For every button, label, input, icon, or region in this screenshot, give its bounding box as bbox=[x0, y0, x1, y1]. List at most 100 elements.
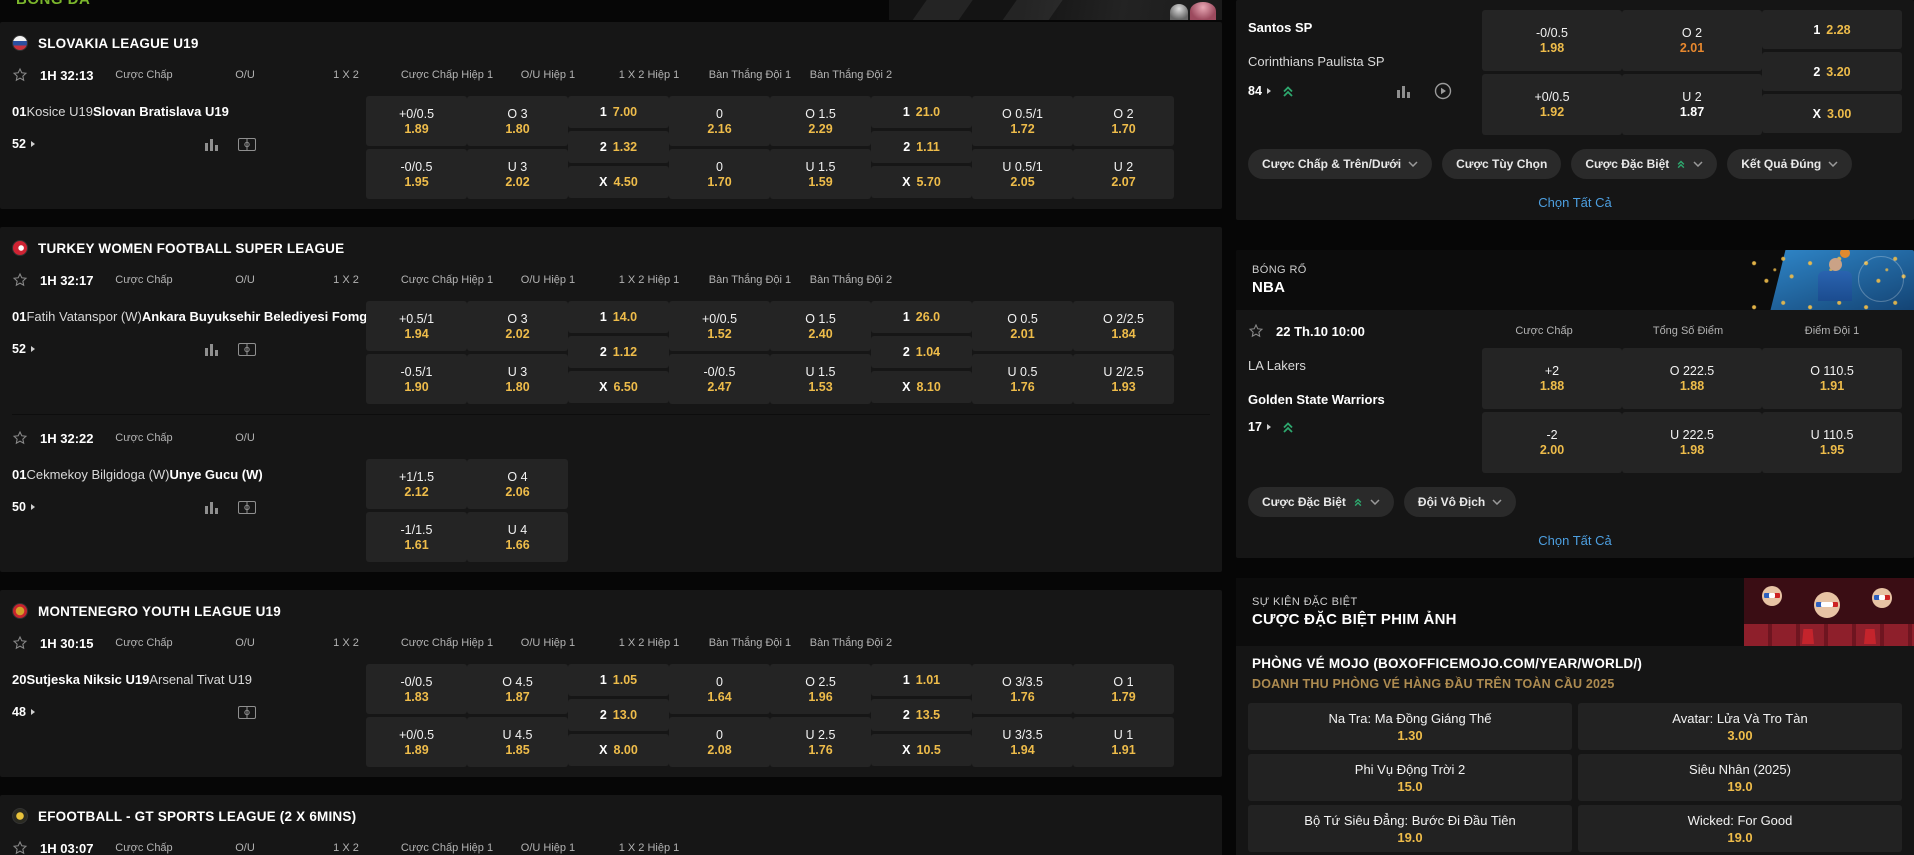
odds-cell[interactable]: U 3/3.5 1.94 bbox=[972, 717, 1073, 767]
odds-cell[interactable]: O 2 1.70 bbox=[1073, 96, 1174, 146]
odds-cell[interactable]: U 1 1.91 bbox=[1073, 717, 1174, 767]
league-header[interactable]: TURKEY WOMEN FOOTBALL SUPER LEAGUE bbox=[12, 233, 1210, 263]
team-name[interactable]: Corinthians Paulista SP bbox=[1248, 44, 1482, 78]
team-name[interactable]: Sutjeska Niksic U19 bbox=[26, 664, 149, 695]
odds-cell[interactable]: +0/0.5 1.92 bbox=[1482, 74, 1622, 135]
movie-odds-cell[interactable]: Avatar: Lửa Và Tro Tàn 3.00 bbox=[1578, 703, 1902, 750]
odds-cell[interactable]: U 2/2.5 1.93 bbox=[1073, 354, 1174, 404]
stats-icon[interactable] bbox=[1396, 84, 1412, 98]
market-filter-pill[interactable]: Cược Tùy Chọn bbox=[1442, 149, 1561, 179]
odds-cell[interactable]: X 6.50 bbox=[568, 371, 669, 403]
odds-cell[interactable]: O 1.5 2.40 bbox=[770, 301, 871, 351]
odds-cell[interactable]: X 10.5 bbox=[871, 734, 972, 766]
stats-icon[interactable] bbox=[204, 500, 220, 514]
movie-odds-cell[interactable]: Bộ Tứ Siêu Đẳng: Bước Đi Đầu Tiên 19.0 bbox=[1248, 805, 1572, 852]
odds-cell[interactable]: 0 1.64 bbox=[669, 664, 770, 714]
odds-cell[interactable]: 1 1.01 bbox=[871, 664, 972, 696]
team-name[interactable]: Ankara Buyuksehir Belediyesi Fomget (W) bbox=[142, 301, 404, 332]
odds-cell[interactable]: U 0.5 1.76 bbox=[972, 354, 1073, 404]
team-name[interactable]: Golden State Warriors bbox=[1248, 382, 1482, 416]
league-header[interactable]: MONTENEGRO YOUTH LEAGUE U19 bbox=[12, 596, 1210, 626]
odds-cell[interactable]: 2 1.12 bbox=[568, 336, 669, 368]
odds-cell[interactable]: 2 3.20 bbox=[1762, 52, 1902, 91]
odds-cell[interactable]: U 2 1.87 bbox=[1622, 74, 1762, 135]
promo-banner-image[interactable] bbox=[889, 0, 1222, 20]
odds-cell[interactable]: U 1.5 1.53 bbox=[770, 354, 871, 404]
team-name[interactable]: Santos SP bbox=[1248, 10, 1482, 44]
odds-cell[interactable]: O 2.5 1.96 bbox=[770, 664, 871, 714]
odds-cell[interactable]: O 222.5 1.88 bbox=[1622, 348, 1762, 409]
stats-icon[interactable] bbox=[204, 137, 220, 151]
odds-cell[interactable]: +0/0.5 1.89 bbox=[366, 96, 467, 146]
market-count[interactable]: 48 bbox=[12, 705, 35, 719]
select-all-link[interactable]: Chọn Tất Cả bbox=[1248, 533, 1902, 548]
odds-cell[interactable]: O 4.5 1.87 bbox=[467, 664, 568, 714]
odds-cell[interactable]: 0 2.08 bbox=[669, 717, 770, 767]
odds-cell[interactable]: U 2.5 1.76 bbox=[770, 717, 871, 767]
pitch-tracker-icon[interactable] bbox=[238, 706, 256, 719]
favorite-star-icon[interactable] bbox=[12, 840, 28, 855]
odds-cell[interactable]: 1 7.00 bbox=[568, 96, 669, 128]
odds-cell[interactable]: 0 2.16 bbox=[669, 96, 770, 146]
market-filter-pill[interactable]: Cược Đặc Biệt bbox=[1248, 487, 1394, 517]
odds-cell[interactable]: O 2/2.5 1.84 bbox=[1073, 301, 1174, 351]
market-count[interactable]: 52 bbox=[12, 137, 35, 151]
market-count[interactable]: 17 bbox=[1248, 420, 1271, 434]
team-name[interactable]: Unye Gucu (W) bbox=[170, 459, 263, 490]
odds-cell[interactable]: 1 26.0 bbox=[871, 301, 972, 333]
league-header[interactable]: SLOVAKIA LEAGUE U19 bbox=[12, 28, 1210, 58]
odds-cell[interactable]: U 222.5 1.98 bbox=[1622, 412, 1762, 473]
pitch-tracker-icon[interactable] bbox=[238, 501, 256, 514]
movie-odds-cell[interactable]: Phi Vụ Động Trời 2 15.0 bbox=[1248, 754, 1572, 801]
odds-cell[interactable]: O 1.5 2.29 bbox=[770, 96, 871, 146]
odds-cell[interactable]: X 8.00 bbox=[568, 734, 669, 766]
odds-cell[interactable]: O 0.5 2.01 bbox=[972, 301, 1073, 351]
league-header[interactable]: EFOOTBALL - GT SPORTS LEAGUE (2 X 6MINS) bbox=[12, 801, 1210, 831]
odds-cell[interactable]: -0.5/1 1.90 bbox=[366, 354, 467, 404]
odds-cell[interactable]: +0/0.5 1.89 bbox=[366, 717, 467, 767]
odds-cell[interactable]: O 1 1.79 bbox=[1073, 664, 1174, 714]
movie-odds-cell[interactable]: Wicked: For Good 19.0 bbox=[1578, 805, 1902, 852]
odds-cell[interactable]: 2 13.0 bbox=[568, 699, 669, 731]
odds-cell[interactable]: O 110.5 1.91 bbox=[1762, 348, 1902, 409]
odds-cell[interactable]: 2 1.32 bbox=[568, 131, 669, 163]
market-count[interactable]: 52 bbox=[12, 342, 35, 356]
stats-icon[interactable] bbox=[204, 342, 220, 356]
odds-cell[interactable]: X 5.70 bbox=[871, 166, 972, 198]
team-name[interactable]: Arsenal Tivat U19 bbox=[149, 664, 252, 695]
odds-cell[interactable]: 2 1.04 bbox=[871, 336, 972, 368]
odds-cell[interactable]: O 4 2.06 bbox=[467, 459, 568, 509]
favorite-star-icon[interactable] bbox=[12, 430, 28, 446]
odds-cell[interactable]: -2 2.00 bbox=[1482, 412, 1622, 473]
team-name[interactable]: Slovan Bratislava U19 bbox=[93, 96, 229, 127]
odds-cell[interactable]: 1 14.0 bbox=[568, 301, 669, 333]
team-name[interactable]: Kosice U19 bbox=[26, 96, 92, 127]
pitch-tracker-icon[interactable] bbox=[238, 343, 256, 356]
nba-banner[interactable]: BÓNG RỔ NBA bbox=[1236, 250, 1914, 310]
odds-cell[interactable]: 1 21.0 bbox=[871, 96, 972, 128]
movie-odds-cell[interactable]: Siêu Nhân (2025) 19.0 bbox=[1578, 754, 1902, 801]
odds-cell[interactable]: U 110.5 1.95 bbox=[1762, 412, 1902, 473]
odds-cell[interactable]: O 3 2.02 bbox=[467, 301, 568, 351]
favorite-star-icon[interactable] bbox=[12, 272, 28, 288]
live-stream-play-icon[interactable] bbox=[1434, 82, 1452, 100]
odds-cell[interactable]: 2 13.5 bbox=[871, 699, 972, 731]
odds-cell[interactable]: O 0.5/1 1.72 bbox=[972, 96, 1073, 146]
odds-cell[interactable]: -0/0.5 1.98 bbox=[1482, 10, 1622, 71]
market-count[interactable]: 50 bbox=[12, 500, 35, 514]
select-all-link[interactable]: Chọn Tất Cả bbox=[1248, 195, 1902, 210]
odds-cell[interactable]: U 1.5 1.59 bbox=[770, 149, 871, 199]
favorite-star-icon[interactable] bbox=[1248, 323, 1264, 339]
odds-cell[interactable]: U 4.5 1.85 bbox=[467, 717, 568, 767]
odds-cell[interactable]: +0.5/1 1.94 bbox=[366, 301, 467, 351]
odds-cell[interactable]: 2 1.11 bbox=[871, 131, 972, 163]
odds-cell[interactable]: O 3 1.80 bbox=[467, 96, 568, 146]
pitch-tracker-icon[interactable] bbox=[238, 138, 256, 151]
odds-cell[interactable]: U 3 2.02 bbox=[467, 149, 568, 199]
odds-cell[interactable]: O 3/3.5 1.76 bbox=[972, 664, 1073, 714]
team-name[interactable]: Cekmekoy Bilgidoga (W) bbox=[26, 459, 169, 490]
market-filter-pill[interactable]: Cược Chấp & Trên/Dưới bbox=[1248, 149, 1432, 179]
odds-cell[interactable]: +2 1.88 bbox=[1482, 348, 1622, 409]
odds-cell[interactable]: U 4 1.66 bbox=[467, 512, 568, 562]
odds-cell[interactable]: X 3.00 bbox=[1762, 94, 1902, 133]
